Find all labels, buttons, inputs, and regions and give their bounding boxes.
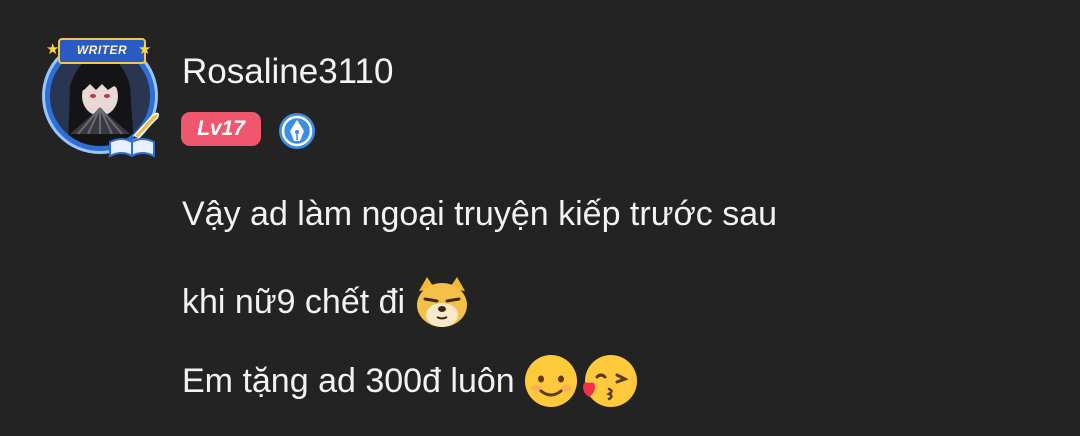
pen-nib-icon bbox=[279, 113, 315, 149]
writer-frame-label: WRITER bbox=[58, 38, 146, 64]
comment-text: Vậy ad làm ngoại truyện kiếp trước sau bbox=[182, 195, 778, 233]
comment-text: Em tặng ad 300đ luôn bbox=[182, 362, 515, 400]
avatar[interactable]: WRITER ★ ★ bbox=[38, 38, 168, 162]
comment-text: khi nữ9 chết đi bbox=[182, 283, 406, 321]
comment-text-line: Vậy ad làm ngoại truyện kiếp trước sau bbox=[182, 192, 777, 236]
comment-item: WRITER ★ ★ Rosaline3110 Lv17 Vậy ad làm … bbox=[0, 0, 1080, 436]
star-icon: ★ bbox=[138, 41, 152, 58]
level-badge: Lv17 bbox=[181, 112, 261, 146]
comment-text-line: khi nữ9 chết đi bbox=[182, 275, 471, 329]
kissing-face-emoji bbox=[582, 355, 637, 407]
smug-doge-emoji bbox=[417, 277, 468, 327]
comment-text-line: Em tặng ad 300đ luôn bbox=[182, 353, 639, 409]
smiling-face-emoji bbox=[524, 355, 577, 407]
star-icon: ★ bbox=[46, 41, 60, 58]
username[interactable]: Rosaline3110 bbox=[182, 52, 393, 92]
book-icon bbox=[109, 138, 155, 158]
